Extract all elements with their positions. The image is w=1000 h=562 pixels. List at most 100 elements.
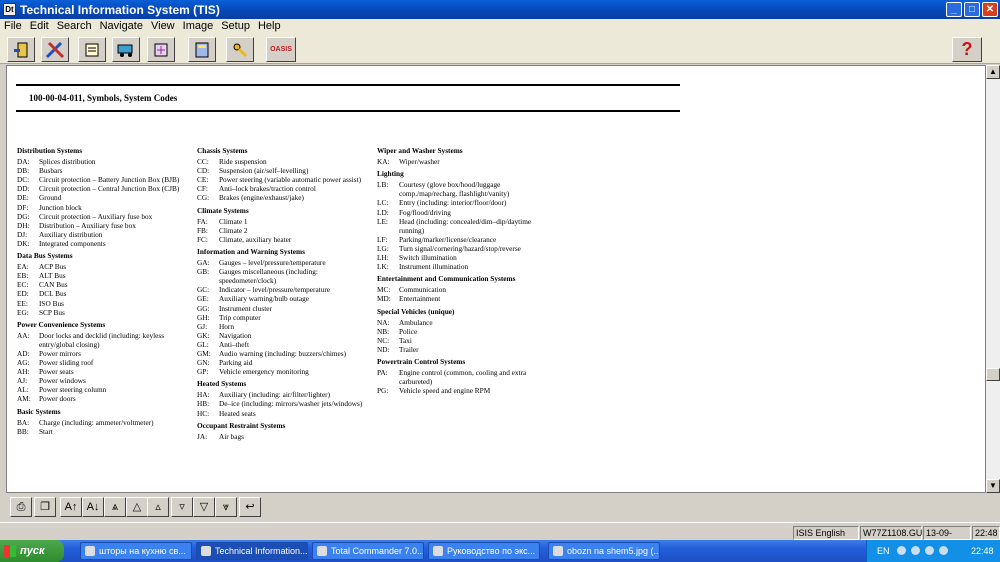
scroll-down-arrow-icon[interactable]: ▼ bbox=[986, 479, 1000, 493]
task-pdf[interactable]: Руководство по экс... bbox=[428, 542, 540, 560]
menu-file[interactable]: File bbox=[0, 19, 26, 32]
system-code-row: AG: Power sliding roof bbox=[17, 358, 192, 367]
print-icon[interactable]: ⎙ bbox=[10, 497, 32, 517]
system-code-row: AJ: Power windows bbox=[17, 376, 192, 385]
volume-icon[interactable] bbox=[925, 546, 934, 555]
task-total-commander[interactable]: Total Commander 7.0... bbox=[312, 542, 424, 560]
system-description: Audio warning (including: buzzers/chimes… bbox=[219, 348, 347, 358]
system-code-row: EE: ISO Bus bbox=[17, 299, 192, 308]
system-code-row: AL: Power steering column bbox=[17, 385, 192, 394]
system-description: Door locks and decklid (including: keyle… bbox=[39, 330, 165, 349]
tray-icon[interactable] bbox=[897, 546, 906, 555]
system-description: Gauges – level/pressure/temperature bbox=[219, 258, 326, 268]
section-heading: Information and Warning Systems bbox=[197, 246, 305, 256]
scroll-thumb[interactable] bbox=[986, 368, 1000, 381]
exit-door-icon-glyph bbox=[14, 42, 28, 57]
start-button[interactable]: пуск bbox=[0, 540, 64, 562]
back-icon[interactable]: ↩ bbox=[239, 497, 261, 517]
system-description: Charge (including: ammeter/voltmeter) bbox=[39, 417, 154, 427]
menu-help[interactable]: Help bbox=[254, 19, 285, 32]
menu-setup[interactable]: Setup bbox=[217, 19, 254, 32]
system-code: DF: bbox=[17, 202, 29, 212]
section-heading: Chassis Systems bbox=[197, 146, 248, 155]
system-description: Air bags bbox=[219, 431, 244, 441]
font-increase-icon[interactable]: A↑ bbox=[60, 497, 82, 517]
system-code-row: EB: ALT Bus bbox=[17, 271, 192, 280]
system-code-row: LC: Entry (including: interior/floor/door… bbox=[377, 198, 547, 207]
vehicle-icon[interactable] bbox=[112, 37, 140, 62]
system-description: Circuit protection – Battery Junction Bo… bbox=[39, 175, 180, 185]
system-code-row: ED: DCL Bus bbox=[17, 289, 192, 298]
system-code-row: LF: Parking/marker/license/clearance bbox=[377, 235, 547, 244]
close-button[interactable]: ✕ bbox=[982, 2, 998, 17]
system-code-row: GJ: Horn bbox=[197, 322, 367, 331]
system-code: GN: bbox=[197, 358, 210, 368]
section-heading: Lighting bbox=[377, 169, 404, 179]
line-down-icon[interactable]: ▿ bbox=[171, 497, 193, 517]
page-up-icon[interactable]: △ bbox=[126, 497, 148, 517]
system-code-row: MD: Entertainment bbox=[377, 294, 547, 303]
system-description: Parking aid bbox=[219, 358, 253, 368]
system-code: GK: bbox=[197, 330, 210, 340]
network-icon[interactable] bbox=[939, 546, 948, 555]
system-description: Anti–theft bbox=[219, 339, 249, 349]
system-code: DB: bbox=[17, 166, 30, 176]
document-icon[interactable] bbox=[78, 37, 106, 62]
last-page-icon[interactable]: ⩔ bbox=[215, 497, 237, 517]
system-code-row: DK: Integrated components bbox=[17, 239, 192, 248]
system-code-row: CF: Anti–lock brakes/traction control bbox=[197, 184, 367, 193]
menu-search[interactable]: Search bbox=[53, 19, 96, 32]
diagram-icon[interactable] bbox=[147, 37, 175, 62]
tools-icon[interactable] bbox=[41, 37, 69, 62]
system-code: LH: bbox=[377, 253, 389, 263]
menu-navigate[interactable]: Navigate bbox=[96, 19, 147, 32]
clock: 22:48 bbox=[971, 546, 994, 556]
system-code: BA: bbox=[17, 417, 30, 427]
system-code: DA: bbox=[17, 157, 30, 167]
task-tis[interactable]: Technical Information... bbox=[196, 542, 308, 560]
system-code: LE: bbox=[377, 216, 388, 226]
system-description: Communication bbox=[399, 285, 447, 295]
oasis-button[interactable]: OASIS bbox=[266, 37, 296, 62]
calculator-icon-glyph bbox=[195, 42, 209, 57]
system-code: AG: bbox=[17, 358, 30, 368]
line-up-icon[interactable]: ▵ bbox=[147, 497, 169, 517]
task-image-viewer[interactable]: obozn na shem5.jpg (... bbox=[548, 542, 660, 560]
help-icon[interactable]: ? bbox=[952, 37, 982, 62]
diagram-icon-glyph bbox=[154, 43, 168, 56]
system-code-row: DC: Circuit protection – Battery Junction… bbox=[17, 175, 192, 184]
language-indicator[interactable]: EN bbox=[877, 546, 890, 556]
minimize-button[interactable]: _ bbox=[946, 2, 962, 17]
key-icon-glyph bbox=[233, 43, 248, 57]
font-decrease-icon[interactable]: A↓ bbox=[82, 497, 104, 517]
system-code: AD: bbox=[17, 348, 30, 358]
system-description: Power mirrors bbox=[39, 348, 81, 358]
menu-view[interactable]: View bbox=[147, 19, 179, 32]
system-description: Vehicle speed and engine RPM bbox=[399, 386, 491, 396]
system-code-row: GA: Gauges – level/pressure/temperature bbox=[197, 258, 367, 267]
vertical-scrollbar[interactable]: ▲ ▼ bbox=[986, 65, 1000, 493]
first-page-icon[interactable]: ⩓ bbox=[104, 497, 126, 517]
maximize-button[interactable]: □ bbox=[964, 2, 980, 17]
system-description: Circuit protection – Central Junction Bo… bbox=[39, 184, 180, 194]
task-browser[interactable]: шторы на кухню св... bbox=[80, 542, 192, 560]
scroll-up-arrow-icon[interactable]: ▲ bbox=[986, 65, 1000, 79]
system-code: DG: bbox=[17, 211, 30, 221]
system-code-row: BB: Start bbox=[17, 427, 192, 436]
system-code: HB: bbox=[197, 399, 210, 409]
image-icon bbox=[553, 546, 563, 556]
system-code: EA: bbox=[17, 262, 29, 272]
tray-icon[interactable] bbox=[911, 546, 920, 555]
menu-edit[interactable]: Edit bbox=[26, 19, 53, 32]
menu-image[interactable]: Image bbox=[179, 19, 218, 32]
copy-icon[interactable]: ❐ bbox=[34, 497, 56, 517]
key-icon[interactable] bbox=[226, 37, 254, 62]
system-code: DH: bbox=[17, 220, 30, 230]
page-down-icon[interactable]: ▽ bbox=[193, 497, 215, 517]
system-code-row: EA: ACP Bus bbox=[17, 262, 192, 271]
system-code-row: AH: Power seats bbox=[17, 367, 192, 376]
rule-top bbox=[16, 84, 680, 86]
exit-door-icon[interactable] bbox=[7, 37, 35, 62]
system-description: ISO Bus bbox=[39, 298, 64, 308]
calculator-icon[interactable] bbox=[188, 37, 216, 62]
